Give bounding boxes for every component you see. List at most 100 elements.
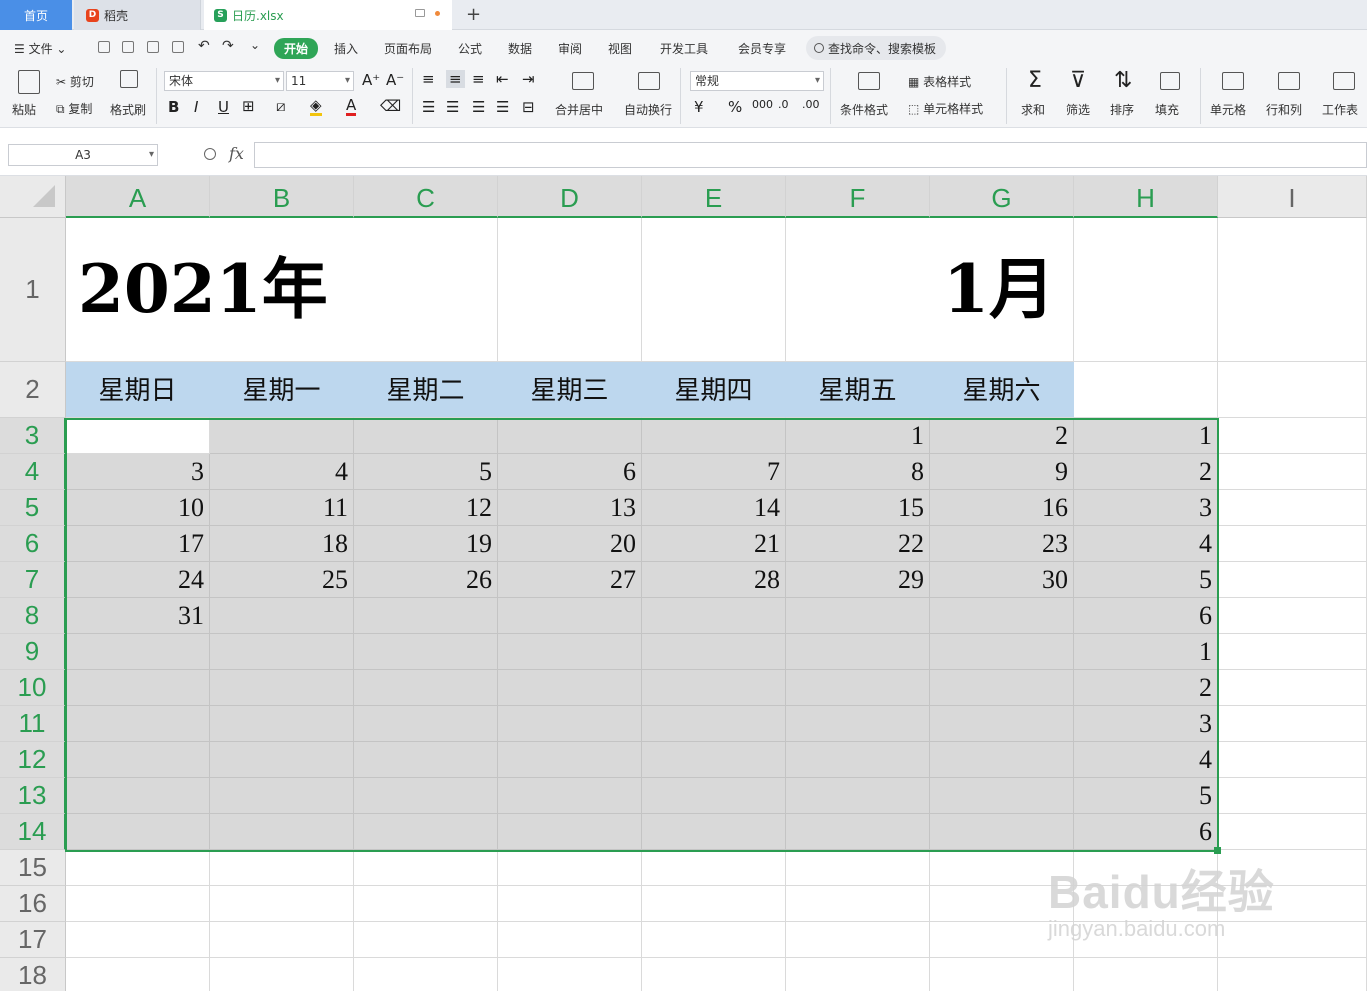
row-col-icon[interactable] xyxy=(1278,72,1300,90)
distributed-align-icon[interactable]: ⊟ xyxy=(522,98,535,116)
cell-d16[interactable] xyxy=(498,886,642,922)
row-header-8[interactable]: 8 xyxy=(0,598,66,634)
cell-b7[interactable]: 25 xyxy=(210,562,354,598)
tab-file[interactable]: S 日历.xlsx xyxy=(204,0,452,30)
cell-d11[interactable] xyxy=(498,706,642,742)
menu-view[interactable]: 视图 xyxy=(608,40,632,57)
cell-g9[interactable] xyxy=(930,634,1074,670)
cell-c1[interactable] xyxy=(354,218,498,362)
cell-a17[interactable] xyxy=(66,922,210,958)
format-painter-button[interactable]: 格式刷 xyxy=(110,101,146,118)
cell-g10[interactable] xyxy=(930,670,1074,706)
cell-b14[interactable] xyxy=(210,814,354,850)
new-tab-button[interactable]: + xyxy=(466,4,481,25)
paste-button[interactable]: 粘贴 xyxy=(12,101,36,118)
thousands-icon[interactable]: 000 xyxy=(752,98,773,111)
cell-e16[interactable] xyxy=(642,886,786,922)
cell-d8[interactable] xyxy=(498,598,642,634)
cell-h14[interactable]: 6 xyxy=(1074,814,1218,850)
cell-e10[interactable] xyxy=(642,670,786,706)
cell-h8[interactable]: 6 xyxy=(1074,598,1218,634)
cell-d2[interactable]: 星期三 xyxy=(498,362,642,418)
decrease-decimal-icon[interactable]: .00 xyxy=(802,98,820,111)
cell-c6[interactable]: 19 xyxy=(354,526,498,562)
cell-g2[interactable]: 星期六 xyxy=(930,362,1074,418)
percent-icon[interactable]: % xyxy=(728,98,742,116)
row-header-18[interactable]: 18 xyxy=(0,958,66,991)
cell-e11[interactable] xyxy=(642,706,786,742)
cell-f12[interactable] xyxy=(786,742,930,778)
cell-c18[interactable] xyxy=(354,958,498,991)
column-header-a[interactable]: A xyxy=(66,176,210,218)
row-header-12[interactable]: 12 xyxy=(0,742,66,778)
cell-a6[interactable]: 17 xyxy=(66,526,210,562)
cell-b8[interactable] xyxy=(210,598,354,634)
sum-button[interactable]: 求和 xyxy=(1021,101,1045,118)
menu-page-layout[interactable]: 页面布局 xyxy=(384,40,432,57)
cell-a12[interactable] xyxy=(66,742,210,778)
cell-f15[interactable] xyxy=(786,850,930,886)
row-header-13[interactable]: 13 xyxy=(0,778,66,814)
column-header-f[interactable]: F xyxy=(786,176,930,218)
align-bottom-icon[interactable]: ≡ xyxy=(472,70,485,88)
print-preview-icon[interactable] xyxy=(172,41,184,53)
cell-c17[interactable] xyxy=(354,922,498,958)
cell-e12[interactable] xyxy=(642,742,786,778)
save-icon[interactable] xyxy=(98,41,110,53)
menu-insert[interactable]: 插入 xyxy=(334,40,358,57)
cell-h11[interactable]: 3 xyxy=(1074,706,1218,742)
sort-button[interactable]: 排序 xyxy=(1110,101,1134,118)
row-header-15[interactable]: 15 xyxy=(0,850,66,886)
italic-icon[interactable]: I xyxy=(194,98,198,116)
undo-icon[interactable]: ↶ xyxy=(198,38,210,54)
cell-f14[interactable] xyxy=(786,814,930,850)
cell-d10[interactable] xyxy=(498,670,642,706)
cell-g4[interactable]: 9 xyxy=(930,454,1074,490)
fx-icon[interactable]: fx xyxy=(229,144,244,163)
cell-d4[interactable]: 6 xyxy=(498,454,642,490)
cell-i11[interactable] xyxy=(1218,706,1367,742)
cell-e6[interactable]: 21 xyxy=(642,526,786,562)
cell-e5[interactable]: 14 xyxy=(642,490,786,526)
cell-a10[interactable] xyxy=(66,670,210,706)
cell-border-style-icon[interactable]: ⧄ xyxy=(276,97,286,115)
name-box[interactable]: A3 xyxy=(8,144,158,166)
cell-e1[interactable] xyxy=(642,218,786,362)
cell-c16[interactable] xyxy=(354,886,498,922)
cell-f9[interactable] xyxy=(786,634,930,670)
cell-e9[interactable] xyxy=(642,634,786,670)
wrap-text-button[interactable]: 自动换行 xyxy=(624,101,672,118)
border-icon[interactable]: ⊞ xyxy=(242,97,255,115)
font-size-select[interactable]: 11 xyxy=(286,71,354,91)
quick-access-dropdown-icon[interactable]: ⌄ xyxy=(250,38,260,52)
cell-a9[interactable] xyxy=(66,634,210,670)
cell-g7[interactable]: 30 xyxy=(930,562,1074,598)
indent-increase-icon[interactable]: ⇥ xyxy=(522,70,535,88)
cell-i4[interactable] xyxy=(1218,454,1367,490)
cell-a5[interactable]: 10 xyxy=(66,490,210,526)
column-header-e[interactable]: E xyxy=(642,176,786,218)
cell-h10[interactable]: 2 xyxy=(1074,670,1218,706)
cell-d17[interactable] xyxy=(498,922,642,958)
monitor-icon[interactable] xyxy=(415,9,425,17)
cell-h12[interactable]: 4 xyxy=(1074,742,1218,778)
cell-a8[interactable]: 31 xyxy=(66,598,210,634)
cell-f5[interactable]: 15 xyxy=(786,490,930,526)
increase-decimal-icon[interactable]: .0 xyxy=(778,98,789,111)
cell-d12[interactable] xyxy=(498,742,642,778)
cell-g13[interactable] xyxy=(930,778,1074,814)
cell-e18[interactable] xyxy=(642,958,786,991)
menu-review[interactable]: 审阅 xyxy=(558,40,582,57)
cell-c11[interactable] xyxy=(354,706,498,742)
export-icon[interactable] xyxy=(122,41,134,53)
cell-e17[interactable] xyxy=(642,922,786,958)
fill-handle[interactable] xyxy=(1214,847,1221,854)
cell-i10[interactable] xyxy=(1218,670,1367,706)
column-header-c[interactable]: C xyxy=(354,176,498,218)
cell-b13[interactable] xyxy=(210,778,354,814)
column-header-d[interactable]: D xyxy=(498,176,642,218)
year-title[interactable]: 2021年 xyxy=(66,218,354,362)
cell-g12[interactable] xyxy=(930,742,1074,778)
cell-g18[interactable] xyxy=(930,958,1074,991)
cell-b10[interactable] xyxy=(210,670,354,706)
